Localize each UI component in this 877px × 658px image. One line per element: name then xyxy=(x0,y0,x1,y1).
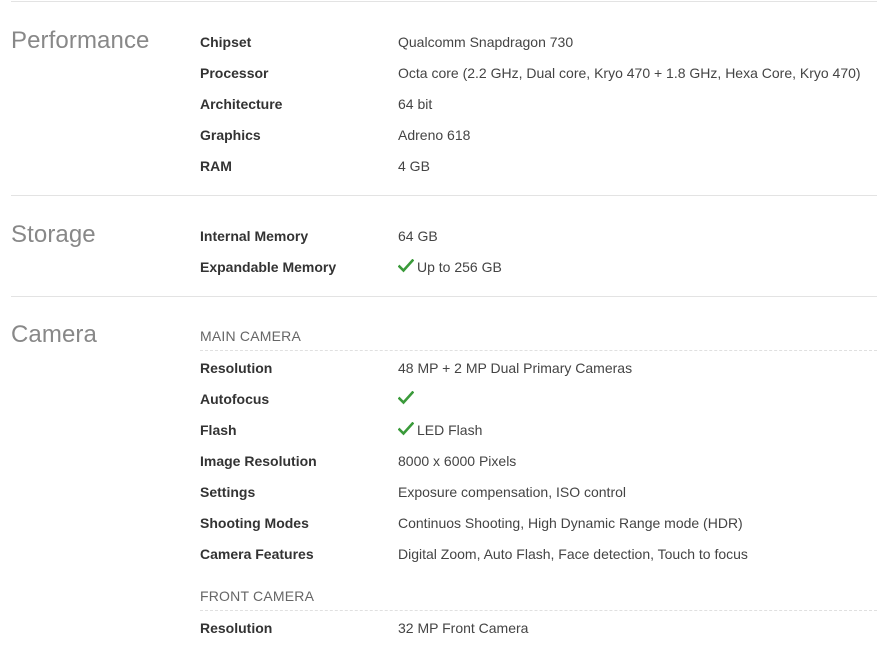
subheading-main-camera: MAIN CAMERA xyxy=(200,328,877,351)
spec-value-with-check: Up to 256 GB xyxy=(398,259,502,275)
section-storage: Storage Internal Memory 64 GB Expandable… xyxy=(11,221,877,297)
spec-label: Graphics xyxy=(200,127,261,143)
spec-row-flash: Flash LED Flash xyxy=(200,422,877,453)
spec-value: Digital Zoom, Auto Flash, Face detection… xyxy=(398,546,748,562)
spec-label: Autofocus xyxy=(200,391,270,407)
section-divider xyxy=(11,195,877,196)
section-camera: Camera MAIN CAMERA Resolution 48 MP + 2 … xyxy=(11,321,877,658)
spec-label: Flash xyxy=(200,422,237,438)
spec-value: 64 bit xyxy=(398,96,433,112)
spec-value: 48 MP + 2 MP Dual Primary Cameras xyxy=(398,360,633,376)
check-icon xyxy=(398,422,414,436)
spec-value-text: Up to 256 GB xyxy=(417,259,502,275)
spec-label: Resolution xyxy=(200,620,273,636)
section-title-camera: Camera xyxy=(11,321,97,348)
spec-row-front-resolution: Resolution 32 MP Front Camera xyxy=(200,620,877,651)
spec-row-architecture: Architecture 64 bit xyxy=(200,96,877,127)
spec-label: Camera Features xyxy=(200,546,314,562)
section-title-performance: Performance xyxy=(11,27,150,54)
spec-label: Settings xyxy=(200,484,256,500)
spec-value-text: LED Flash xyxy=(417,422,483,438)
subheading-text: MAIN CAMERA xyxy=(200,328,301,344)
spec-row-chipset: Chipset Qualcomm Snapdragon 730 xyxy=(200,34,877,65)
spec-value-with-check: LED Flash xyxy=(398,422,482,438)
section-performance: Performance Chipset Qualcomm Snapdragon … xyxy=(11,27,877,196)
spec-row-settings: Settings Exposure compensation, ISO cont… xyxy=(200,484,877,515)
spec-value: Exposure compensation, ISO control xyxy=(398,484,627,500)
spec-label: Resolution xyxy=(200,360,273,376)
spec-label: Image Resolution xyxy=(200,453,317,469)
spec-row-expandable-memory: Expandable Memory Up to 256 GB xyxy=(200,259,877,290)
spec-label: Architecture xyxy=(200,96,283,112)
spec-label: RAM xyxy=(200,158,232,174)
spec-value-with-check xyxy=(398,391,417,407)
spec-value: 32 MP Front Camera xyxy=(398,620,529,636)
subheading-front-camera: FRONT CAMERA xyxy=(200,588,877,611)
spec-label: Processor xyxy=(200,65,269,81)
subheading-text: FRONT CAMERA xyxy=(200,588,315,604)
section-divider xyxy=(11,296,877,297)
spec-value: Adreno 618 xyxy=(398,127,471,143)
spec-row-image-resolution: Image Resolution 8000 x 6000 Pixels xyxy=(200,453,877,484)
spec-row-ram: RAM 4 GB xyxy=(200,158,877,189)
spec-label: Expandable Memory xyxy=(200,259,337,275)
spec-value: 4 GB xyxy=(398,158,430,174)
spec-row-shooting-modes: Shooting Modes Continuos Shooting, High … xyxy=(200,515,877,546)
top-divider xyxy=(11,1,877,2)
spec-label: Chipset xyxy=(200,34,252,50)
spec-row-graphics: Graphics Adreno 618 xyxy=(200,127,877,158)
spec-row-camera-features: Camera Features Digital Zoom, Auto Flash… xyxy=(200,546,877,577)
spec-value: 8000 x 6000 Pixels xyxy=(398,453,517,469)
spec-row-internal-memory: Internal Memory 64 GB xyxy=(200,228,877,259)
spec-label: Shooting Modes xyxy=(200,515,309,531)
spec-value: Octa core (2.2 GHz, Dual core, Kryo 470 … xyxy=(398,65,861,81)
spec-row-autofocus: Autofocus xyxy=(200,391,877,422)
check-icon xyxy=(398,259,414,273)
spec-label: Internal Memory xyxy=(200,228,309,244)
section-title-storage: Storage xyxy=(11,221,96,248)
check-icon xyxy=(398,391,414,405)
spec-row-processor: Processor Octa core (2.2 GHz, Dual core,… xyxy=(200,65,877,96)
spec-value: Qualcomm Snapdragon 730 xyxy=(398,34,574,50)
spec-value: 64 GB xyxy=(398,228,438,244)
spec-value: Continuos Shooting, High Dynamic Range m… xyxy=(398,515,743,531)
spec-row-resolution: Resolution 48 MP + 2 MP Dual Primary Cam… xyxy=(200,360,877,391)
